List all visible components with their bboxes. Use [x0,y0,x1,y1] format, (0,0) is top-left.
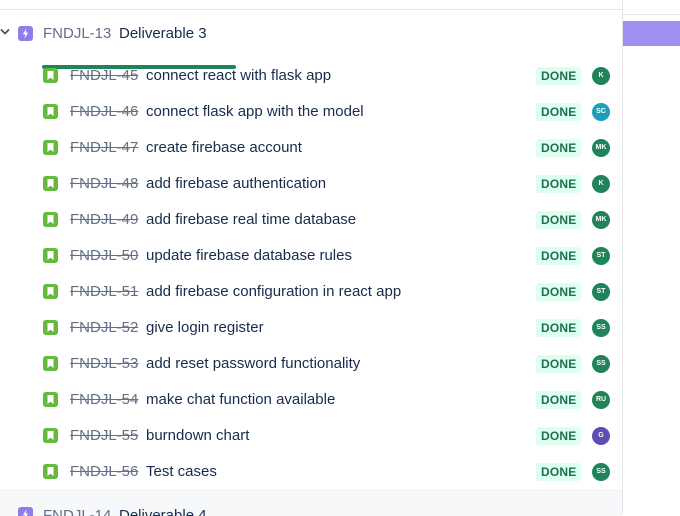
epic-lightning-icon [18,26,33,41]
issue-summary[interactable]: add reset password functionality [146,355,360,372]
issue-key[interactable]: FNDJL-51 [70,283,138,300]
panel-divider [622,0,623,515]
status-badge[interactable]: DONE [536,283,582,301]
issue-row[interactable]: FNDJL-49 add firebase real time database D… [0,202,622,238]
issue-key[interactable]: FNDJL-45 [70,67,138,84]
epic-row-deliverable-4[interactable]: FNDJL-14 Deliverable 4 [0,490,622,516]
issue-summary[interactable]: Test cases [146,463,217,480]
issue-summary[interactable]: make chat function available [146,391,335,408]
issue-summary[interactable]: burndown chart [146,427,249,444]
status-badge[interactable]: DONE [536,319,582,337]
issue-key[interactable]: FNDJL-56 [70,463,138,480]
story-bookmark-icon [43,284,58,299]
top-border [0,0,622,10]
issue-key[interactable]: FNDJL-53 [70,355,138,372]
status-badge[interactable]: DONE [536,463,582,481]
epic-key[interactable]: FNDJL-13 [43,25,111,42]
story-bookmark-icon [43,464,58,479]
epic-title[interactable]: Deliverable 3 [119,25,207,42]
issue-key[interactable]: FNDJL-46 [70,103,138,120]
status-badge[interactable]: DONE [536,247,582,265]
issue-row[interactable]: FNDJL-48 add firebase authentication DONE K [0,166,622,202]
story-bookmark-icon [43,140,58,155]
assignee-avatar[interactable]: SS [592,355,610,373]
issue-summary[interactable]: connect react with flask app [146,67,331,84]
story-bookmark-icon [43,356,58,371]
issue-row[interactable]: FNDJL-46 connect flask app with the model… [0,94,622,130]
story-bookmark-icon [43,248,58,263]
status-badge[interactable]: DONE [536,427,582,445]
status-badge[interactable]: DONE [536,139,582,157]
issue-row[interactable]: FNDJL-50 update firebase database rules DO… [0,238,622,274]
issue-key[interactable]: FNDJL-52 [70,319,138,336]
assignee-avatar[interactable]: SS [592,463,610,481]
issue-summary[interactable]: create firebase account [146,139,302,156]
issue-key[interactable]: FNDJL-47 [70,139,138,156]
issue-row[interactable]: FNDJL-51 add firebase configuration in re… [0,274,622,310]
right-panel-top [623,0,680,15]
issue-summary[interactable]: add firebase authentication [146,175,326,192]
chevron-down-icon[interactable] [0,27,10,37]
issue-row[interactable]: FNDJL-56 Test cases DONE SS [0,454,622,490]
issue-summary[interactable]: give login register [146,319,264,336]
assignee-avatar[interactable]: SC [592,103,610,121]
status-badge[interactable]: DONE [536,355,582,373]
assignee-avatar[interactable]: ST [592,247,610,265]
story-bookmark-icon [43,392,58,407]
issue-row[interactable]: FNDJL-54 make chat function available DONE… [0,382,622,418]
issue-key[interactable]: FNDJL-55 [70,427,138,444]
issue-row[interactable]: FNDJL-55 burndown chart DONE G [0,418,622,454]
issue-key[interactable]: FNDJL-49 [70,211,138,228]
issue-row[interactable]: FNDJL-47 create firebase account DONE MK [0,130,622,166]
story-bookmark-icon [43,68,58,83]
assignee-avatar[interactable]: K [592,67,610,85]
timeline-epic-bar[interactable] [623,21,680,46]
issue-key[interactable]: FNDJL-50 [70,247,138,264]
assignee-avatar[interactable]: K [592,175,610,193]
issue-row[interactable]: FNDJL-53 add reset password functionality… [0,346,622,382]
story-bookmark-icon [43,176,58,191]
issue-row[interactable]: FNDJL-45 connect react with flask app DONE… [0,58,622,94]
story-bookmark-icon [43,104,58,119]
story-bookmark-icon [43,212,58,227]
story-bookmark-icon [43,320,58,335]
assignee-avatar[interactable]: MK [592,139,610,157]
status-badge[interactable]: DONE [536,103,582,121]
status-badge[interactable]: DONE [536,391,582,409]
issue-summary[interactable]: add firebase configuration in react app [146,283,401,300]
issue-summary[interactable]: add firebase real time database [146,211,356,228]
issue-key[interactable]: FNDJL-48 [70,175,138,192]
assignee-avatar[interactable]: G [592,427,610,445]
assignee-avatar[interactable]: ST [592,283,610,301]
assignee-avatar[interactable]: MK [592,211,610,229]
assignee-avatar[interactable]: SS [592,319,610,337]
issue-summary[interactable]: connect flask app with the model [146,103,364,120]
status-badge[interactable]: DONE [536,211,582,229]
epic-row-deliverable-3[interactable]: FNDJL-13 Deliverable 3 [0,18,622,69]
child-issue-list: FNDJL-45 connect react with flask app DONE… [0,58,622,490]
assignee-avatar[interactable]: RU [592,391,610,409]
status-badge[interactable]: DONE [536,175,582,193]
issue-summary[interactable]: update firebase database rules [146,247,352,264]
status-badge[interactable]: DONE [536,67,582,85]
issue-row[interactable]: FNDJL-52 give login register DONE SS [0,310,622,346]
story-bookmark-icon [43,428,58,443]
issue-key[interactable]: FNDJL-54 [70,391,138,408]
